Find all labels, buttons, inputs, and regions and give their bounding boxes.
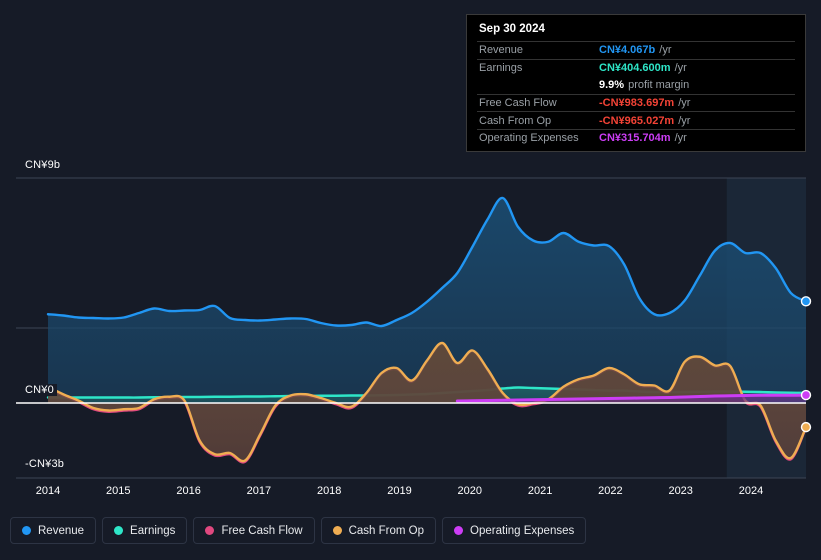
tooltip-date: Sep 30 2024 <box>479 23 545 35</box>
tooltip-row-value: CN¥315.704m/yr <box>599 132 687 145</box>
tooltip-row-value: -CN¥965.027m/yr <box>599 114 691 127</box>
tooltip-row: Free Cash Flow -CN¥983.697m/yr <box>477 93 795 112</box>
legend-label: Cash From Op <box>348 524 425 537</box>
legend-item-operating-expenses[interactable]: Operating Expenses <box>442 517 587 544</box>
x-axis-tick-2015: 2015 <box>106 485 131 497</box>
x-axis-tick-2020: 2020 <box>457 485 483 497</box>
tooltip-row-unit: /yr <box>678 97 691 110</box>
tooltip-row-label: Revenue <box>479 44 524 57</box>
tooltip-row: 9.9% profit margin <box>477 76 795 94</box>
tooltip-row-value: 9.9% profit margin <box>599 78 690 91</box>
legend-color-dot <box>114 526 124 535</box>
x-axis-tick-2014: 2014 <box>35 485 61 497</box>
tooltip-row: Revenue CN¥4.067b/yr <box>477 41 795 59</box>
x-axis-tick-2016: 2016 <box>176 485 201 497</box>
tooltip-row-unit: /yr <box>674 61 687 74</box>
legend-color-dot <box>205 526 215 535</box>
tooltip-row-label: Operating Expenses <box>479 132 579 145</box>
chart-legend[interactable]: Revenue Earnings Free Cash Flow Cash From O… <box>10 517 587 544</box>
legend-label: Earnings <box>130 524 176 537</box>
tooltip-row: Operating Expenses CN¥315.704m/yr <box>477 128 795 147</box>
endpoint-marker <box>800 296 812 307</box>
y-axis-label-bottom: -CN¥3b <box>22 458 68 470</box>
tooltip-row-unit: /yr <box>659 44 672 57</box>
legend-item-earnings[interactable]: Earnings <box>102 517 188 544</box>
x-axis-tick-2023: 2023 <box>668 485 693 497</box>
x-axis-tick-2019: 2019 <box>387 485 412 497</box>
tooltip-row-unit: /yr <box>678 114 691 127</box>
x-axis-tick-2017: 2017 <box>246 485 272 497</box>
tooltip-row-value: -CN¥983.697m/yr <box>599 97 691 110</box>
tooltip-row-value: CN¥404.600m/yr <box>599 61 687 74</box>
y-axis-label-zero: CN¥0 <box>22 384 57 396</box>
x-axis-tick-2024: 2024 <box>738 485 764 497</box>
legend-item-cash-from-op[interactable]: Cash From Op <box>320 517 437 544</box>
y-axis-label-top: CN¥9b <box>22 159 64 171</box>
x-axis-tick-2018: 2018 <box>316 485 342 497</box>
tooltip-row-value: CN¥4.067b/yr <box>599 44 672 57</box>
tooltip-rows: Revenue CN¥4.067b/yr Earnings CN¥404.600m/y… <box>477 41 795 147</box>
tooltip-row-label: Free Cash Flow <box>479 97 557 110</box>
legend-item-free-cash-flow[interactable]: Free Cash Flow <box>193 517 315 544</box>
endpoint-marker <box>800 389 812 401</box>
legend-label: Revenue <box>38 524 85 537</box>
legend-item-revenue[interactable]: Revenue <box>10 517 97 544</box>
endpoint-marker <box>800 421 812 433</box>
tooltip-row: Earnings CN¥404.600m/yr <box>477 58 795 77</box>
chart-tooltip: Sep 30 2024 Revenue CN¥4.067b/yr Earnings C… <box>466 14 806 152</box>
legend-color-dot <box>454 526 464 535</box>
legend-label: Operating Expenses <box>470 524 575 537</box>
x-axis-tick-2021: 2021 <box>527 485 553 497</box>
legend-label: Free Cash Flow <box>221 524 303 537</box>
tooltip-row: Cash From Op -CN¥965.027m/yr <box>477 111 795 129</box>
tooltip-row-label: Earnings <box>479 61 523 74</box>
legend-color-dot <box>332 526 342 535</box>
tooltip-row-unit: /yr <box>674 132 687 145</box>
x-axis-tick-2022: 2022 <box>598 485 623 497</box>
legend-color-dot <box>22 526 31 535</box>
tooltip-row-label: Cash From Op <box>479 114 552 127</box>
